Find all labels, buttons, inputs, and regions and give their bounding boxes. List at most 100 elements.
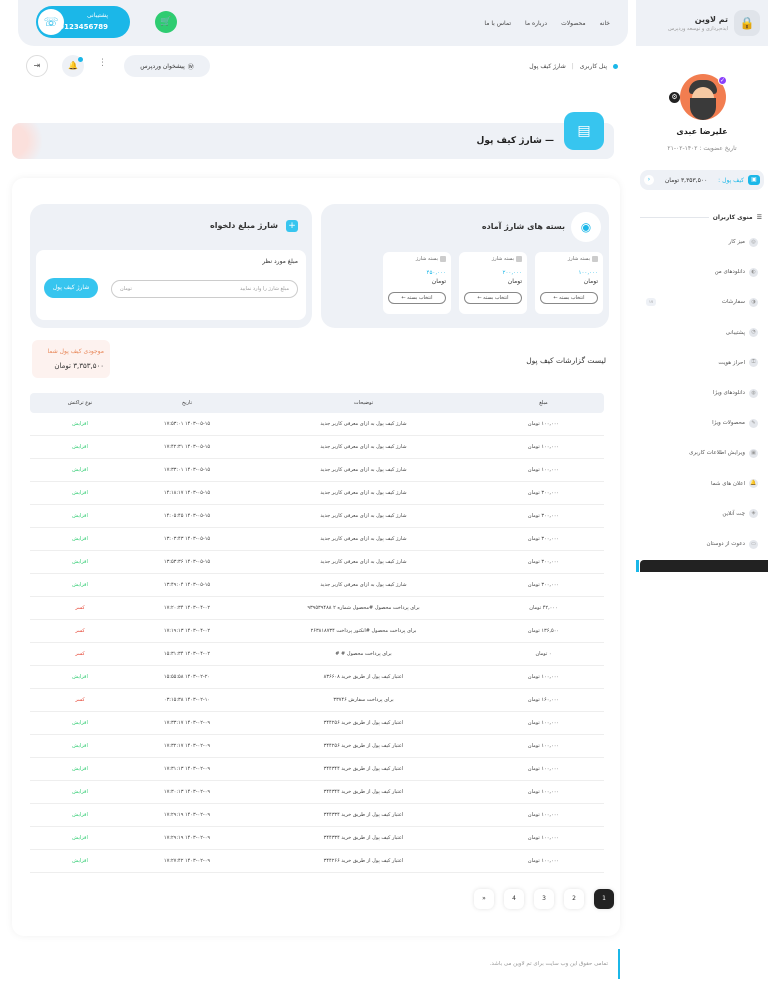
package-name: بسته شارژ xyxy=(416,256,446,262)
gear-icon[interactable]: ⚙ xyxy=(669,92,680,103)
brand[interactable]: 🔒 تم لاوین ایده‌پردازی و توسعه وردپرس xyxy=(636,0,768,46)
cell-type: کسر xyxy=(75,651,85,657)
sidebar-item[interactable]: ◎ میز کار xyxy=(636,232,768,252)
cell-date: ۱۴۰۳-۰۵-۱۵ ۱۴:۰۵:۴۵ xyxy=(163,513,211,519)
cell-date: ۱۴۰۳-۰۵-۱۵ ۱۷:۳۳:۰۱ xyxy=(163,467,211,473)
toolbar: پنل کاربری | شارژ کیف پول Ⓦ پیشخوان وردپ… xyxy=(18,52,628,86)
nav-home[interactable]: خانه xyxy=(600,20,610,27)
sidebar-item[interactable]: ◔ پشتیبانی xyxy=(636,323,768,343)
cell-description: شارژ کیف پول به ازای معرفی کاربر جدید xyxy=(320,444,407,450)
package-card[interactable]: بسته شارژ ۴۵۰,۰۰۰ تومان انتخاب بسته ← xyxy=(383,252,451,314)
cell-description: اعتبار کیف پول از طریق خرید ۳۴۴۳۳۴ xyxy=(323,812,404,818)
table-row: ۳۰۰,۰۰۰ تومان شارژ کیف پول به ازای معرفی … xyxy=(30,528,604,551)
cell-amount: ۴۲,۰۰۰ تومان xyxy=(529,605,558,611)
charge-wallet-button[interactable]: شارژ کیف پول xyxy=(44,278,98,298)
logout-icon[interactable]: ⇥ xyxy=(26,55,48,77)
cell-date: ۱۴۰۳-۰۴-۰۲ ۱۷:۱۹:۱۳ xyxy=(163,628,211,634)
cart-icon[interactable]: 🛒 xyxy=(155,11,177,33)
page-1[interactable]: 1 xyxy=(594,889,614,909)
page-2[interactable]: 2 xyxy=(564,889,584,909)
cell-type: افزایش xyxy=(72,444,88,450)
menu-item-icon: ◐ xyxy=(749,267,758,277)
support-button[interactable]: ☏ پشتیبانی 09123456789 xyxy=(36,6,130,38)
sidebar-item[interactable]: ◑ سفارشات ۱۷ xyxy=(636,292,768,312)
sidebar-item-label: دعوت از دوستان xyxy=(706,541,745,547)
page-next[interactable]: » xyxy=(474,889,494,909)
header-description[interactable]: توضیحات xyxy=(244,393,483,413)
nav-products[interactable]: محصولات xyxy=(561,20,585,27)
cell-type: افزایش xyxy=(72,789,88,795)
wallet-widget[interactable]: ▣ کیف پول : ۳,۳۵۳,۵۰۰ تومان ‹ xyxy=(640,170,764,190)
cell-amount: ۱۰۰,۰۰۰ تومان xyxy=(527,674,560,680)
breadcrumb-current: شارژ کیف پول xyxy=(529,63,566,70)
packages-box: ◉ بسته های شارژ آماده بسته شارژ ۱۰۰,۰۰۰ … xyxy=(321,204,609,328)
cell-date: ۱۴۰۳-۰۵-۱۵ ۱۳:۵۳:۳۶ xyxy=(163,559,211,565)
package-unit: تومان xyxy=(507,278,522,285)
table-header: مبلغ توضیحات تاریخ نوع تراکنش xyxy=(30,393,604,413)
cell-amount: ۱۰۰,۰۰۰ تومان xyxy=(527,743,560,749)
cell-description: اعتبار کیف پول از طریق خرید ۳۴۴۳۴۴ xyxy=(323,766,404,772)
header-type[interactable]: نوع تراکنش xyxy=(30,393,130,413)
sidebar-item[interactable]: ◈ چت آنلاین xyxy=(636,504,768,524)
sidebar-item[interactable]: ▣ ویرایش اطلاعات کاربری xyxy=(636,443,768,463)
table-row: ۱۰۰,۰۰۰ تومان اعتبار کیف پول از طریق خرید… xyxy=(30,827,604,850)
package-card[interactable]: بسته شارژ ۲۰۰,۰۰۰ تومان انتخاب بسته ← xyxy=(459,252,527,314)
cell-date: ۱۴۰۳-۰۵-۱۵ ۱۷:۵۳:۰۱ xyxy=(163,421,211,427)
cell-amount: ۱۰۰,۰۰۰ تومان xyxy=(527,835,560,841)
menu-title: ☰ منوی کاربران xyxy=(640,214,762,221)
dot-icon xyxy=(613,64,618,69)
amount-placeholder: مبلغ شارژ را وارد نمایید xyxy=(240,286,289,292)
nav-about[interactable]: درباره ما xyxy=(525,20,547,27)
bell-icon[interactable]: 🔔 xyxy=(62,55,84,77)
amount-input[interactable]: مبلغ شارژ را وارد نمایید تومان xyxy=(111,280,298,298)
cell-description: اعتبار کیف پول از طریق خرید ۸۳۶۶۰۸ xyxy=(323,674,404,680)
select-package-button[interactable]: انتخاب بسته ← xyxy=(388,292,446,304)
header-amount[interactable]: مبلغ xyxy=(483,393,604,413)
wallet-icon: ▤ xyxy=(564,112,604,150)
cell-type: افزایش xyxy=(72,835,88,841)
pagination: » 4 3 2 1 xyxy=(474,889,614,909)
table-row: ۱۰۰,۰۰۰ تومان اعتبار کیف پول از طریق خرید… xyxy=(30,712,604,735)
sidebar-item[interactable]: ◐ دانلودهای من xyxy=(636,262,768,282)
header-date[interactable]: تاریخ xyxy=(130,393,244,413)
page-3[interactable]: 3 xyxy=(534,889,554,909)
table-row: ۴۲,۰۰۰ تومان برای پرداخت محصول #محصول شما… xyxy=(30,597,604,620)
lock-icon: 🔒 xyxy=(734,10,760,36)
package-unit: تومان xyxy=(583,278,598,285)
sidebar-item[interactable]: ▭ دعوت از دوستان xyxy=(636,534,768,554)
packages-title: بسته های شارژ آماده xyxy=(481,222,565,231)
table-row: ۱۶۰,۰۰۰ تومان برای پرداخت سفارش ۳۳۷۴۶ ۱۴۰۳… xyxy=(30,689,604,712)
cell-type: افزایش xyxy=(72,421,88,427)
breadcrumb-panel[interactable]: پنل کاربری xyxy=(580,63,607,70)
select-package-button[interactable]: انتخاب بسته ← xyxy=(464,292,522,304)
page-4[interactable]: 4 xyxy=(504,889,524,909)
package-amount: ۴۵۰,۰۰۰ xyxy=(426,270,446,276)
wp-dashboard-button[interactable]: Ⓦ پیشخوان وردپرس xyxy=(124,55,210,77)
table-row: ۱۰۰,۰۰۰ تومان اعتبار کیف پول از طریق خرید… xyxy=(30,735,604,758)
sidebar-item[interactable]: ✎ محصولات ویژا xyxy=(636,413,768,433)
cell-type: افزایش xyxy=(72,674,88,680)
nav-contact[interactable]: تماس با ما xyxy=(484,20,511,27)
cell-description: شارژ کیف پول به ازای معرفی کاربر جدید xyxy=(320,536,407,542)
custom-title: شارژ مبلغ دلخواه xyxy=(210,221,278,230)
cell-description: اعتبار کیف پول از طریق خرید ۳۴۴۲۵۶ xyxy=(323,720,404,726)
title-decoration xyxy=(12,123,60,159)
table-row: ۱۰۰,۰۰۰ تومان اعتبار کیف پول از طریق خرید… xyxy=(30,758,604,781)
sidebar-item[interactable]: ⚿ احراز هویت xyxy=(636,353,768,373)
phone-icon: ☏ xyxy=(38,9,64,35)
table-row: ۱۳۶,۵۰۰ تومان برای پرداخت محصول #انکتور پ… xyxy=(30,620,604,643)
sidebar-item[interactable]: ◍ دانلودهای ویژا xyxy=(636,383,768,403)
select-package-button[interactable]: انتخاب بسته ← xyxy=(540,292,598,304)
balance-label: موجودی کیف پول شما xyxy=(47,348,104,355)
menu-item-icon: ◈ xyxy=(749,509,758,519)
sidebar-item-label: سفارشات xyxy=(721,299,745,306)
cell-date: ۱۴۰۳-۰۲-۰۹ ۱۷:۳۲:۱۷ xyxy=(163,743,211,749)
verified-icon: ✓ xyxy=(718,76,727,85)
chevron-left-icon[interactable]: ‹ xyxy=(644,175,654,185)
wallet-amount: ۳,۳۵۳,۵۰۰ تومان xyxy=(664,176,708,184)
sidebar-item-label: دانلودهای من xyxy=(714,269,745,276)
package-card[interactable]: بسته شارژ ۱۰۰,۰۰۰ تومان انتخاب بسته ← xyxy=(535,252,603,314)
kebab-icon[interactable]: ⋮ xyxy=(98,58,107,68)
menu-item-icon: ⚿ xyxy=(749,358,758,368)
sidebar-item[interactable]: 🔔 اعلان های شما xyxy=(636,474,768,494)
